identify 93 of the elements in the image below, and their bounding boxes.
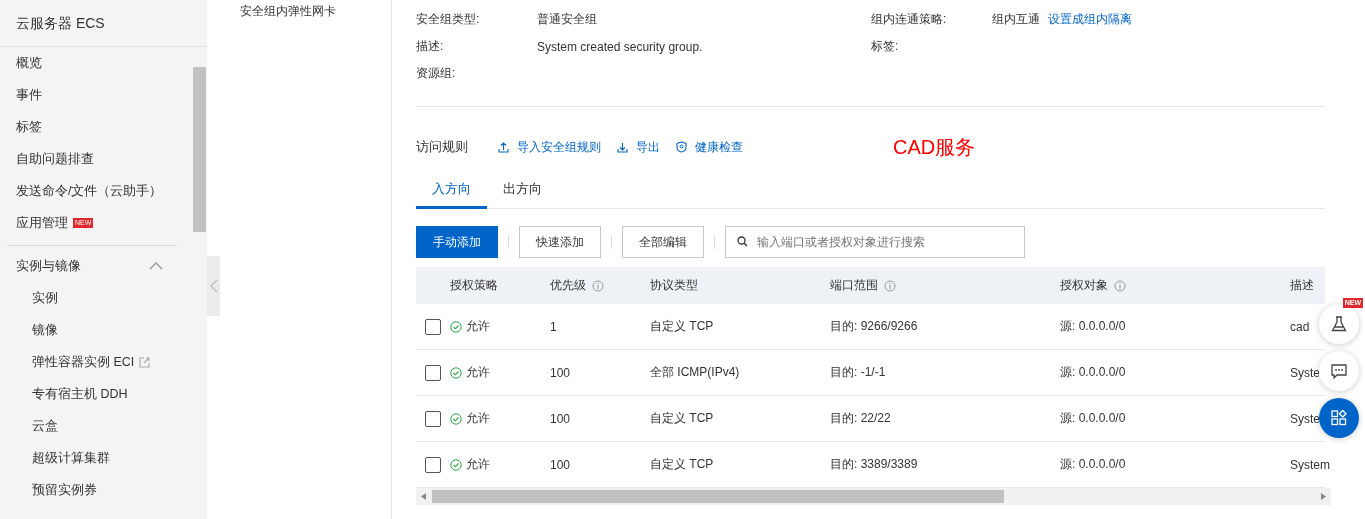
chevron-icon: [209, 279, 218, 293]
table-cell: 全部 ICMP(IPv4): [650, 364, 740, 381]
apps-button[interactable]: [1319, 398, 1359, 438]
sidebar-item[interactable]: 实例: [32, 289, 58, 307]
sidebar-item[interactable]: 镜像: [32, 321, 58, 339]
check-circle-icon: [450, 320, 462, 333]
section-title: 访问规则: [416, 138, 468, 156]
sidebar-title: 云服务器 ECS: [0, 0, 207, 47]
sidebar-item[interactable]: 预留实例券: [32, 481, 97, 499]
table-cell: 允许: [466, 318, 490, 335]
toolbar-link[interactable]: 导出: [617, 138, 660, 156]
column-header: 授权策略: [450, 277, 498, 294]
column-header: 授权对象: [1060, 277, 1108, 294]
toolbar-button[interactable]: 手动添加: [416, 226, 498, 258]
table-cell: Syste: [1290, 365, 1320, 380]
chat-icon: [1330, 362, 1348, 380]
check-circle-icon: [450, 458, 462, 471]
table-cell: 源: 0.0.0.0/0: [1060, 456, 1126, 473]
table-cell: 目的: -1/-1: [830, 364, 886, 381]
table-cell: 目的: 22/22: [830, 410, 891, 427]
table-cell: 允许: [466, 456, 490, 473]
scroll-right-icon[interactable]: [1321, 493, 1326, 500]
direction-tab[interactable]: 出方向: [487, 180, 558, 209]
shield-icon: [676, 141, 687, 153]
toolbar-button[interactable]: 快速添加: [519, 226, 601, 258]
sidebar-item[interactable]: 概览: [16, 54, 42, 72]
table-cell: 100: [550, 411, 571, 426]
column-header: 描述: [1290, 277, 1314, 294]
lab-button[interactable]: [1319, 304, 1359, 344]
table-cell: 允许: [466, 410, 490, 427]
check-circle-icon: [450, 366, 462, 379]
chevron-icon[interactable]: [149, 262, 163, 270]
external-link-icon: [139, 356, 151, 368]
table-cell: 目的: 9266/9266: [830, 318, 918, 335]
flask-icon: [1330, 315, 1348, 333]
field-label: 描述:: [416, 38, 445, 55]
table-cell: 1: [550, 319, 557, 334]
sidebar-item[interactable]: 超级计算集群: [32, 449, 110, 467]
row-checkbox[interactable]: [425, 318, 441, 335]
chat-button[interactable]: [1319, 351, 1359, 391]
apps-icon: [1330, 409, 1348, 427]
table-cell: 自定义 TCP: [650, 410, 714, 427]
scroll-left-icon[interactable]: [421, 493, 426, 500]
toolbar-link[interactable]: 健康检查: [676, 138, 743, 156]
upload-icon: [498, 141, 509, 153]
sidebar-item[interactable]: 应用管理: [16, 214, 68, 232]
direction-tab[interactable]: 入方向: [416, 180, 487, 209]
field-label: 资源组:: [416, 65, 457, 82]
collapse-handle[interactable]: [207, 256, 220, 316]
sidebar-group[interactable]: 实例与镜像: [16, 257, 81, 275]
row-checkbox[interactable]: [425, 456, 441, 473]
field-value: System created security group.: [537, 39, 703, 54]
table-cell: 源: 0.0.0.0/0: [1060, 364, 1126, 381]
sidebar-item[interactable]: 事件: [16, 86, 42, 104]
row-checkbox[interactable]: [425, 410, 441, 427]
sidebar-item[interactable]: 发送命令/文件（云助手）: [16, 182, 163, 200]
sidebar-item[interactable]: 标签: [16, 118, 42, 136]
horizontal-scrollbar[interactable]: [416, 488, 1331, 505]
sidebar-item[interactable]: 自助问题排查: [16, 150, 94, 168]
info-icon: [1114, 279, 1126, 292]
column-header: 优先级: [550, 277, 586, 294]
table-cell: 100: [550, 365, 571, 380]
toolbar-button[interactable]: 全部编辑: [622, 226, 704, 258]
table-cell: cad: [1290, 319, 1310, 334]
search-icon: [737, 236, 748, 247]
field-label: 安全组类型:: [416, 11, 481, 28]
table-cell: 目的: 3389/3389: [830, 456, 918, 473]
table-cell: 自定义 TCP: [650, 318, 714, 335]
table-cell: 100: [550, 457, 571, 472]
toolbar-link[interactable]: 导入安全组规则: [498, 138, 601, 156]
table-cell: 自定义 TCP: [650, 456, 714, 473]
sidebar-item[interactable]: 弹性容器实例 ECI: [32, 353, 135, 371]
column-header: 端口范围: [830, 277, 878, 294]
table-cell: 源: 0.0.0.0/0: [1060, 318, 1126, 335]
table-cell: System: [1290, 457, 1330, 472]
search-field[interactable]: 输入端口或者授权对象进行搜索: [725, 226, 1025, 258]
row-checkbox[interactable]: [425, 364, 441, 381]
field-label: 组内连通策略:: [871, 11, 948, 28]
isolate-link[interactable]: 设置成组内隔离: [1048, 11, 1132, 28]
field-label: 标签:: [871, 38, 900, 55]
check-circle-icon: [450, 412, 462, 425]
column-header: 协议类型: [650, 277, 698, 294]
table-cell: 允许: [466, 364, 490, 381]
subnav-item[interactable]: 安全组内弹性网卡: [240, 4, 336, 18]
info-icon: [884, 279, 896, 292]
field-value: 普通安全组: [537, 11, 597, 28]
field-value: 组内互通: [992, 11, 1040, 28]
table-cell: 源: 0.0.0.0/0: [1060, 410, 1126, 427]
sidebar-item[interactable]: 专有宿主机 DDH: [32, 385, 128, 403]
download-icon: [617, 141, 628, 153]
info-icon: [592, 279, 604, 292]
annotation-text: CAD服务: [893, 134, 976, 160]
sidebar-item[interactable]: 云盒: [32, 417, 58, 435]
